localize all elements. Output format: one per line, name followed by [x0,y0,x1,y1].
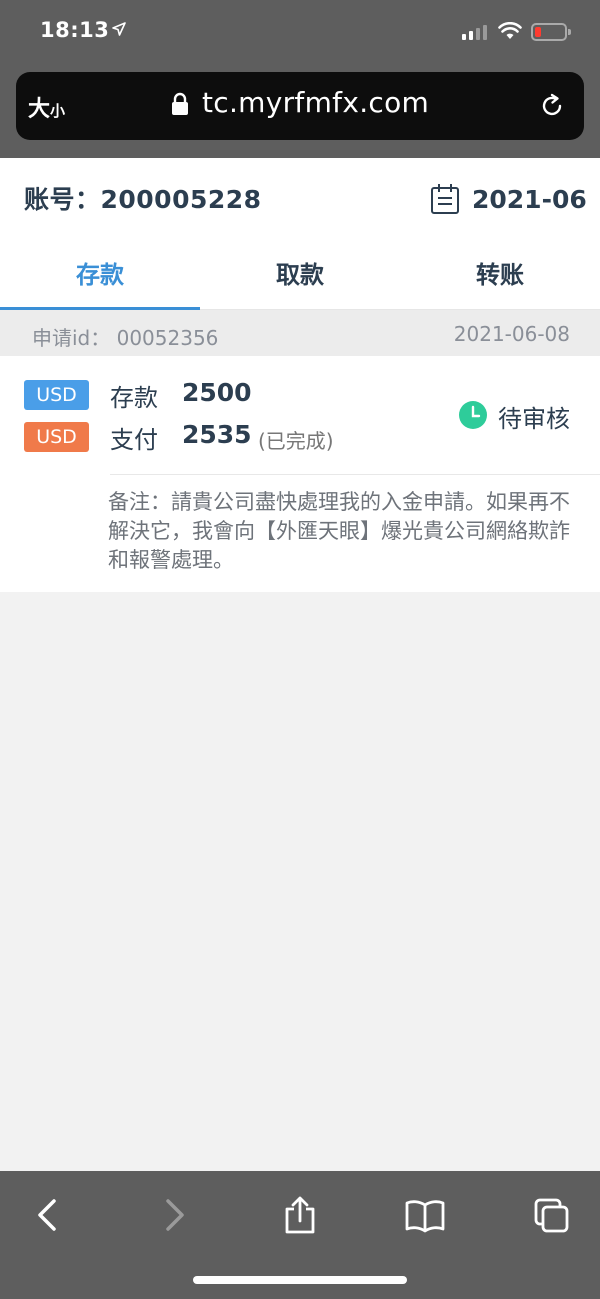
bookmarks-icon[interactable] [404,1195,446,1235]
currency-badge: USD [24,422,89,452]
payment-label: 支付 [110,426,158,454]
tab-withdraw[interactable]: 取款 [200,240,400,309]
text-size-button[interactable]: 大小 [28,91,65,123]
back-icon[interactable] [34,1195,60,1235]
account-number: 账号：200005228 [24,185,262,214]
page-content: 账号：200005228 2021-06 存款 取款 转账 申请id： 0005… [0,158,600,1171]
home-indicator[interactable] [193,1276,407,1284]
application-id: 申请id： 00052356 [32,326,219,350]
location-arrow-icon [112,22,126,36]
wifi-icon [498,22,522,39]
record-date: 2021-06-08 [453,322,570,346]
status-time: 18:13 [40,18,110,42]
status-badge: 待审核 [498,405,570,433]
deposit-label: 存款 [110,384,158,412]
battery-icon [531,23,571,41]
share-icon[interactable] [282,1195,318,1235]
browser-toolbar [0,1171,600,1299]
forward-icon[interactable] [162,1195,188,1235]
clock-icon [459,401,487,429]
tab-bar: 存款 取款 转账 [0,240,600,310]
calendar-icon[interactable] [430,183,460,215]
browser-chrome-top: 18:13 大小 tc.myrfmfx.com [0,0,600,158]
reload-icon[interactable] [538,92,566,120]
record-header: 申请id： 00052356 2021-06-08 [0,310,600,356]
tab-transfer[interactable]: 转账 [400,240,600,309]
tabs-icon[interactable] [532,1195,572,1235]
payment-amount: 2535 [182,420,252,449]
record-card[interactable]: USD 存款 2500 USD 支付 2535 (已完成) 待审核 备注：請貴公… [0,356,600,592]
signal-icon [462,24,487,40]
currency-badge: USD [24,380,89,410]
record-note: 备注：請貴公司盡快處理我的入金申請。如果再不解決它，我會向【外匯天眼】爆光貴公司… [108,490,570,572]
address-bar[interactable]: 大小 tc.myrfmfx.com [16,72,584,140]
completed-label: (已完成) [258,429,334,453]
deposit-amount: 2500 [182,378,252,407]
account-header: 账号：200005228 2021-06 [0,158,600,240]
divider [110,474,600,475]
url-text[interactable]: tc.myrfmfx.com [202,86,429,119]
tab-deposit[interactable]: 存款 [0,240,200,310]
month-selector[interactable]: 2021-06 [472,185,587,214]
lock-icon [172,92,188,115]
